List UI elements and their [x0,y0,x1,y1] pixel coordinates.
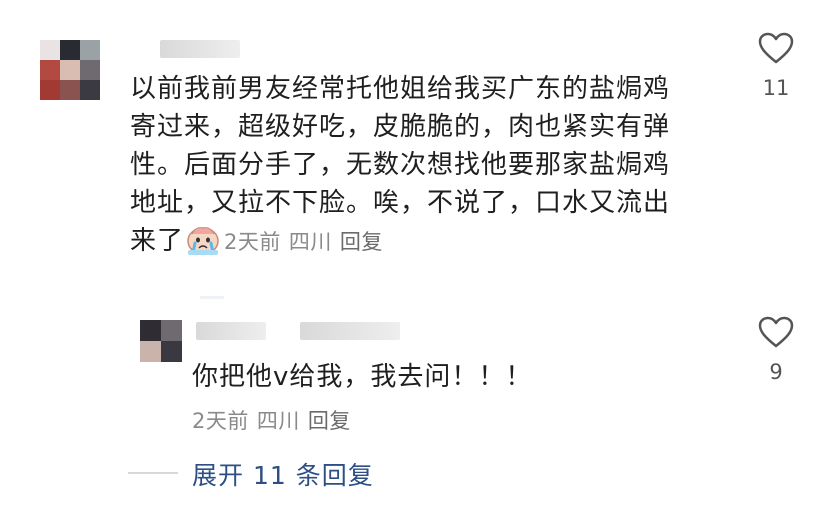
expand-replies-button[interactable]: 展开 11 条回复 [192,456,374,492]
reply-avatar[interactable] [140,320,182,362]
comment-line: 寄过来，超级好吃，皮脆脆的，肉也紧实有弹 [130,112,671,142]
reply-like-button[interactable]: 9 [746,316,806,384]
reply-time: 2天前 [192,409,249,433]
avatar[interactable] [40,40,100,100]
comment-time: 2天前 [224,230,281,254]
heart-outline-icon[interactable] [758,316,794,348]
expand-divider [128,472,178,474]
comment-line: 地址，又拉不下脸。唉，不说了，口水又流出 [130,188,671,218]
heart-outline-icon[interactable] [758,32,794,64]
reply-like-count: 9 [769,360,783,384]
comment-last-line: 来了 2天前 四川 回复 [130,222,710,267]
reply-reply-button[interactable]: 回复 [308,409,351,433]
reply-location: 四川 [256,409,300,433]
reply-meta: 2天前 四川 回复 [192,405,359,435]
reply-username-redacted[interactable] [196,322,266,340]
comment-text: 以前我前男友经常托他姐给我买广东的盐焗鸡 寄过来，超级好吃，皮脆脆的，肉也紧实有… [130,70,710,267]
like-button[interactable]: 11 [746,32,806,100]
comment-meta: 2天前 四川 回复 [224,230,391,254]
divider-faint [200,296,224,299]
like-count: 11 [762,76,790,100]
reply-target-redacted[interactable] [300,322,400,340]
comment-line: 来了 [130,226,185,256]
comment-location: 四川 [288,230,332,254]
reply-button[interactable]: 回复 [340,230,383,254]
crying-emoji-icon [186,224,220,267]
comment-line: 以前我前男友经常托他姐给我买广东的盐焗鸡 [130,74,671,104]
reply-text: 你把他v给我，我去问！！！ [192,362,533,392]
username-redacted[interactable] [160,40,240,58]
comment-line: 性。后面分手了，无数次想找他要那家盐焗鸡 [130,150,671,180]
